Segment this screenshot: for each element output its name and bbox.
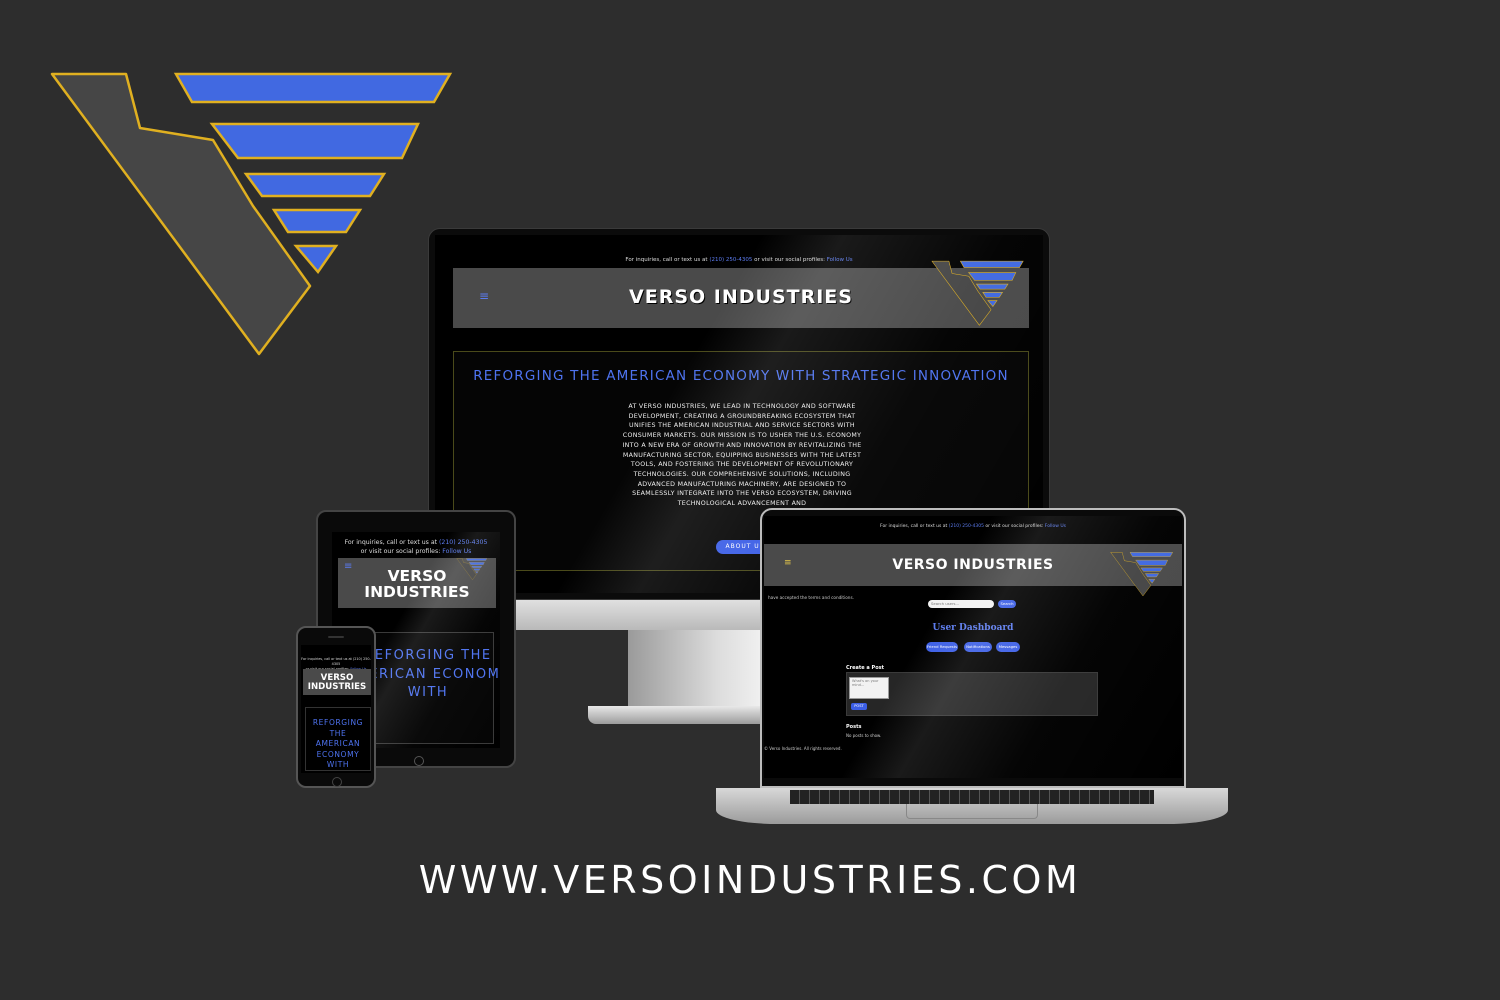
hero-body: AT VERSO INDUSTRIES, WE LEAD IN TECHNOLO… xyxy=(622,403,862,508)
hero-heading: REFORGING THE AMERICAN ECONOMY WITH xyxy=(312,718,364,769)
post-button[interactable]: POST xyxy=(851,703,867,710)
messages-button[interactable]: Messages xyxy=(996,642,1020,652)
laptop-mockup: For inquiries, call or text us at (210) … xyxy=(716,508,1228,828)
contact-bar: For inquiries, call or text us at (210) … xyxy=(332,538,500,556)
verso-logo-icon[interactable] xyxy=(931,255,1025,331)
hero-panel: REFORGING THE AMERICAN ECONOMY WITH xyxy=(305,707,371,771)
phone-link[interactable]: (210) 250-4305 xyxy=(709,257,752,263)
laptop-keyboard xyxy=(790,790,1154,804)
follow-us-link[interactable]: Follow Us xyxy=(1045,524,1066,529)
hero-panel: REFORGING THE AMERICAN ECONOMY WITH xyxy=(346,632,500,744)
contact-text-social: or visit our social profiles: xyxy=(754,257,825,263)
phone-screen: For inquiries, call or text us at (210) … xyxy=(301,645,371,773)
phone-mockup: For inquiries, call or text us at (210) … xyxy=(296,626,376,788)
phone-link[interactable]: (210) 250-4305 xyxy=(439,539,487,546)
contact-bar: For inquiries, call or text us at (210) … xyxy=(764,524,1182,529)
website-url[interactable]: WWW.VERSOINDUSTRIES.COM xyxy=(0,858,1500,902)
contact-text-social: or visit our social profiles: xyxy=(360,548,441,555)
friend-requests-button[interactable]: Friend Requests xyxy=(926,642,958,652)
home-button xyxy=(332,777,342,787)
create-post-label: Create a Post xyxy=(846,665,885,671)
site-header: ≡ VERSO INDUSTRIES xyxy=(338,558,496,608)
search-button[interactable]: Search xyxy=(998,600,1016,608)
contact-text: For inquiries, call or text us at (210) … xyxy=(301,657,371,666)
phone-speaker xyxy=(328,636,344,638)
follow-us-link[interactable]: Follow Us xyxy=(442,548,471,555)
contact-text: For inquiries, call or text us at xyxy=(625,257,708,263)
contact-text: For inquiries, call or text us at xyxy=(344,539,438,546)
laptop-trackpad xyxy=(906,804,1038,819)
notifications-button[interactable]: Notifications xyxy=(964,642,992,652)
dashboard-title: User Dashboard xyxy=(932,623,1014,633)
empty-posts-message: No posts to show. xyxy=(846,733,882,738)
posts-label: Posts xyxy=(846,724,862,730)
site-title[interactable]: VERSO INDUSTRIES xyxy=(303,674,371,692)
contact-text-social: or visit our social profiles: xyxy=(985,524,1044,529)
site-title[interactable]: VERSO INDUSTRIES xyxy=(338,568,496,600)
verso-logo-icon xyxy=(48,68,458,358)
terms-notice: have accepted the terms and conditions. xyxy=(768,595,854,600)
contact-text: For inquiries, call or text us at xyxy=(880,524,948,529)
home-button xyxy=(414,756,424,766)
hero-heading: REFORGING THE AMERICAN ECONOMY WITH STRA… xyxy=(473,368,1009,384)
laptop-screen: For inquiries, call or text us at (210) … xyxy=(764,516,1182,778)
post-textarea[interactable]: What's on your mind... xyxy=(849,677,889,699)
footer-copyright: © Verso Industries. All rights reserved. xyxy=(764,746,842,751)
verso-logo-icon[interactable] xyxy=(1110,546,1174,602)
follow-us-link[interactable]: Follow Us xyxy=(827,257,853,263)
phone-link[interactable]: (210) 250-4305 xyxy=(949,524,984,529)
site-header: VERSO INDUSTRIES xyxy=(303,669,371,695)
phone-bezel: For inquiries, call or text us at (210) … xyxy=(296,626,376,788)
search-input[interactable]: Search users... xyxy=(928,600,994,608)
create-post-panel: What's on your mind... POST xyxy=(846,672,1098,716)
